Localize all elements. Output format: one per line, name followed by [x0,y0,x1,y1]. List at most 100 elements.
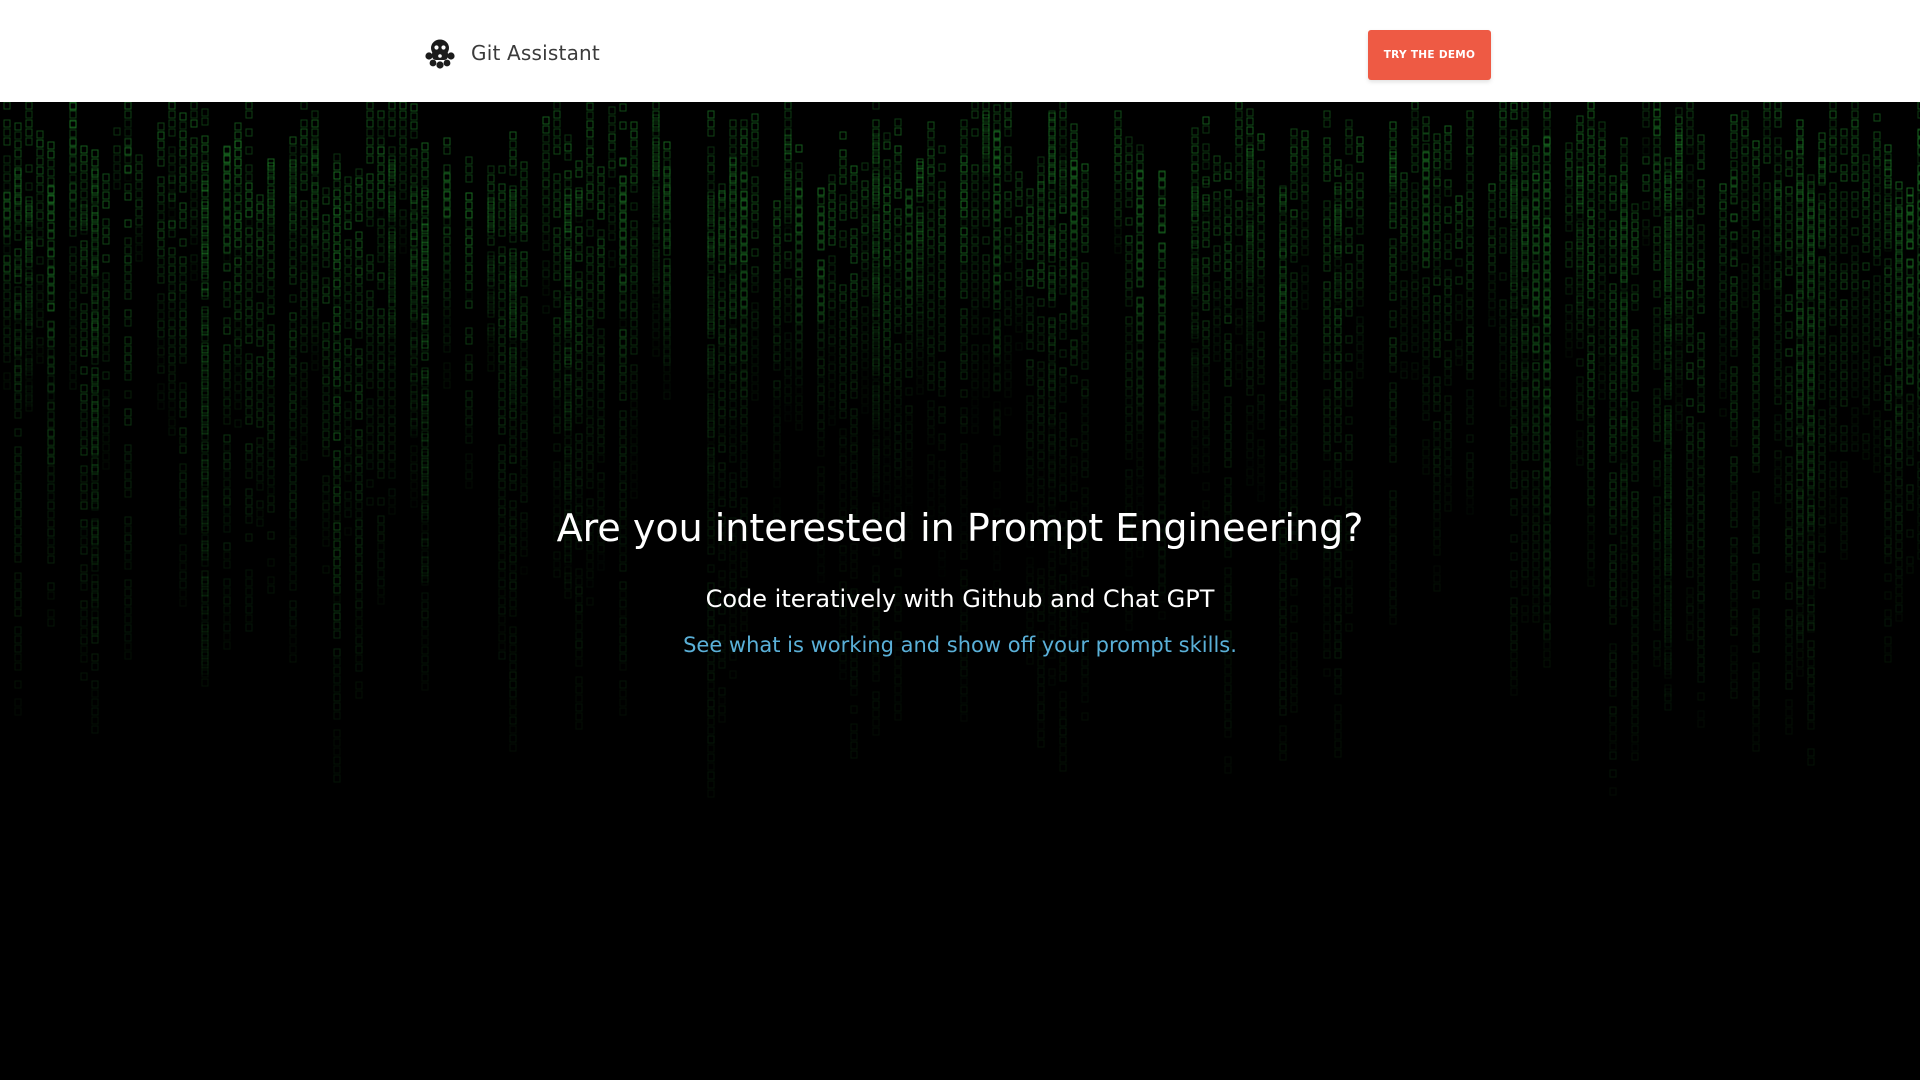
code-rain-column [960,119,968,722]
code-rain-column [1873,113,1881,473]
code-rain-column [1631,203,1639,761]
code-rain-column [366,102,374,506]
code-rain-column [1565,142,1573,358]
hero-link-line: See what is working and show off your pr… [0,633,1920,657]
code-rain-column [300,102,308,461]
code-rain-column [124,138,132,660]
code-rain-column [487,197,495,341]
code-rain-column [1895,181,1903,622]
code-rain-column [1015,171,1023,351]
code-rain-column [850,165,858,759]
code-rain-column [245,102,253,236]
code-rain-column [223,146,231,650]
code-rain-column [1279,185,1287,761]
code-rain-column [916,161,924,395]
code-rain-column [883,186,891,528]
code-rain-column [1543,136,1551,640]
code-rain-column [1686,209,1694,641]
code-rain-column [1664,157,1672,697]
code-rain-column [795,144,803,369]
code-rain-column [1202,116,1210,224]
code-rain-column [1191,186,1199,474]
code-rain-column [245,182,253,632]
code-rain-column [542,116,550,314]
code-rain-column [1400,172,1408,379]
code-rain-column [1653,109,1661,667]
hero-subtitle: Code iteratively with Github and Chat GP… [705,585,1215,613]
prompt-skills-link[interactable]: See what is working and show off your pr… [683,633,1237,657]
code-rain-column [1356,136,1364,379]
code-rain-column [1906,195,1914,402]
code-rain-column [1499,102,1507,407]
code-rain-column [630,121,638,499]
code-rain-column [3,192,11,390]
code-rain-column [355,168,363,699]
code-rain-column [344,176,352,536]
code-rain-column [1279,187,1287,412]
code-rain-column [1037,181,1045,748]
code-rain-column [1136,170,1144,431]
code-rain-column [1763,102,1771,290]
code-rain-column [311,110,319,371]
code-rain-column [91,169,99,637]
code-rain-column [1609,175,1617,796]
code-rain-column [1070,123,1078,654]
code-rain-column [1829,102,1837,524]
code-rain-column [1642,102,1650,164]
code-rain-column [1059,160,1067,772]
code-rain-column [619,103,627,364]
code-rain-column [707,110,715,506]
code-rain-column [740,119,748,650]
code-rain-column [1752,140,1760,752]
code-rain-column [1125,136,1133,631]
code-rain-column [1620,137,1628,560]
code-rain-column [905,189,913,540]
code-rain-column [1334,182,1342,758]
code-rain-column [1444,125,1452,512]
code-rain-column [982,102,990,398]
code-rain-column [773,200,781,524]
code-rain-column [828,174,836,426]
code-rain-column [1422,133,1430,475]
code-rain-column [927,121,935,544]
code-rain-column [817,188,825,341]
code-rain-column [168,102,176,227]
code-rain-column [1037,156,1045,246]
brand-name: Git Assistant [471,41,600,65]
code-rain-column [1411,102,1419,380]
code-rain-column [234,140,242,428]
code-rain-column [861,162,869,414]
code-rain-column [784,134,792,422]
code-rain-column [1774,180,1782,504]
code-rain-column [1488,183,1496,327]
code-rain-column [1224,162,1232,774]
brand-logo-link[interactable]: Git Assistant [423,36,600,70]
code-rain-column [25,102,33,407]
code-rain-column [14,169,22,403]
code-rain-column [1851,102,1859,452]
code-rain-column [1642,156,1650,246]
code-rain-column [377,110,385,218]
code-rain-column [168,175,176,436]
code-rain-column [608,106,616,268]
code-rain-column [1213,155,1221,362]
code-rain-column [795,188,803,431]
code-rain-column [1807,181,1815,766]
code-rain-column [190,102,198,281]
code-rain-column [256,194,264,527]
code-rain-column [729,119,737,362]
code-rain-column [1114,110,1122,254]
try-demo-button[interactable]: TRY THE DEMO [1368,30,1491,80]
code-rain-column [1257,133,1265,502]
code-rain-column [157,122,165,410]
code-rain-column [1059,102,1067,209]
code-rain-column [1884,144,1892,252]
code-rain-column [1796,139,1804,643]
hero-section: Are you interested in Prompt Engineering… [0,102,1920,1080]
code-rain-column [663,166,671,400]
code-rain-column [1004,102,1012,416]
code-rain-column [883,132,891,411]
code-rain-column [619,158,627,716]
code-rain-column [3,102,11,281]
code-rain-column [663,141,671,366]
